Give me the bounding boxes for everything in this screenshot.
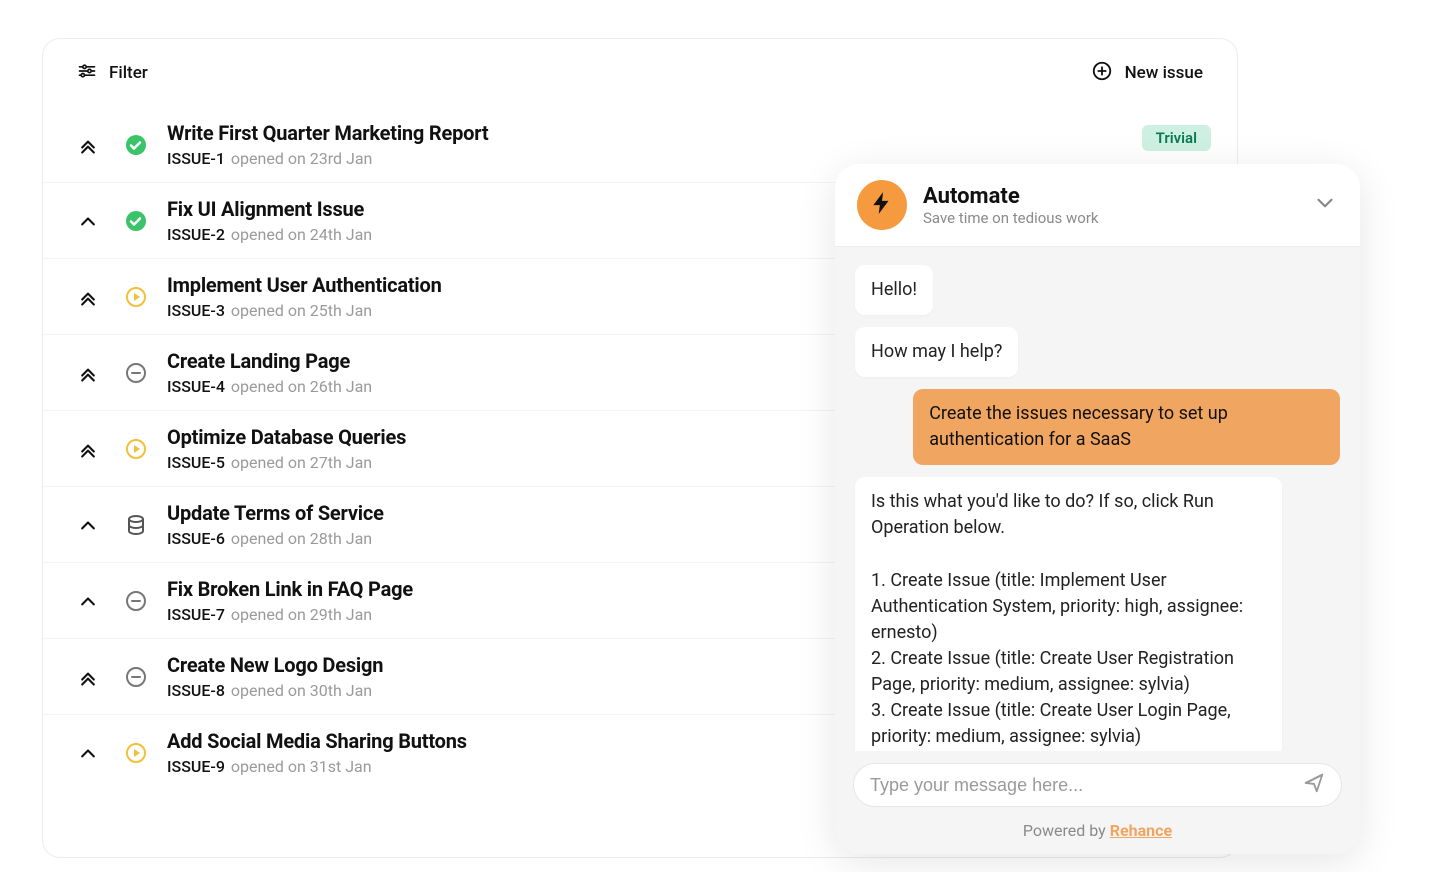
issue-meta: ISSUE-3 opened on 25th Jan — [167, 301, 442, 320]
status-open-icon — [123, 360, 149, 386]
priority-highest-icon — [77, 436, 99, 462]
issue-text: Create New Logo Design ISSUE-8 opened on … — [167, 653, 383, 700]
priority-highest-icon — [77, 360, 99, 386]
issue-opened: opened on 26th Jan — [231, 377, 372, 396]
issue-opened: opened on 25th Jan — [231, 301, 372, 320]
status-backlog-icon — [123, 512, 149, 538]
send-icon[interactable] — [1303, 772, 1325, 798]
filter-label: Filter — [109, 63, 148, 83]
issue-id: ISSUE-8 — [167, 681, 225, 700]
severity-badge: Trivial — [1142, 125, 1211, 151]
status-done-icon — [123, 132, 149, 158]
issue-id: ISSUE-5 — [167, 453, 225, 472]
issue-id: ISSUE-6 — [167, 529, 225, 548]
new-issue-label: New issue — [1125, 63, 1203, 83]
chat-input-bar — [835, 751, 1360, 813]
chat-message-bot: How may I help? — [855, 327, 1018, 377]
issue-title: Fix UI Alignment Issue — [167, 197, 372, 221]
chat-subtitle: Save time on tedious work — [923, 209, 1296, 227]
chat-message-user: Create the issues necessary to set up au… — [913, 389, 1340, 465]
chat-message-bot: Hello! — [855, 265, 933, 315]
issue-id: ISSUE-4 — [167, 377, 225, 396]
priority-high-icon — [77, 208, 99, 234]
priority-high-icon — [77, 512, 99, 538]
priority-high-icon — [77, 740, 99, 766]
issue-opened: opened on 30th Jan — [231, 681, 372, 700]
issue-opened: opened on 29th Jan — [231, 605, 372, 624]
issue-text: Fix Broken Link in FAQ Page ISSUE-7 opene… — [167, 577, 413, 624]
toolbar: Filter New issue — [43, 39, 1237, 107]
chat-input[interactable] — [870, 775, 1303, 796]
automate-chat-widget: Automate Save time on tedious work Hello… — [835, 164, 1360, 854]
issue-title: Optimize Database Queries — [167, 425, 406, 449]
issue-title: Add Social Media Sharing Buttons — [167, 729, 467, 753]
issue-id: ISSUE-7 — [167, 605, 225, 624]
issue-id: ISSUE-1 — [167, 149, 225, 168]
chat-title: Automate — [923, 184, 1296, 209]
chat-body[interactable]: Hello! How may I help? Create the issues n… — [835, 247, 1360, 751]
issue-title: Create Landing Page — [167, 349, 372, 373]
filter-icon — [77, 61, 97, 85]
issue-title: Write First Quarter Marketing Report — [167, 121, 488, 145]
chat-input-container — [853, 763, 1342, 807]
issue-id: ISSUE-9 — [167, 757, 225, 776]
issue-meta: ISSUE-8 opened on 30th Jan — [167, 681, 383, 700]
issue-id: ISSUE-2 — [167, 225, 225, 244]
issue-opened: opened on 23rd Jan — [231, 149, 372, 168]
status-progress-icon — [123, 284, 149, 310]
rehance-link[interactable]: Rehance — [1110, 821, 1172, 840]
issue-opened: opened on 27th Jan — [231, 453, 372, 472]
issue-meta: ISSUE-4 opened on 26th Jan — [167, 377, 372, 396]
issue-meta: ISSUE-2 opened on 24th Jan — [167, 225, 372, 244]
status-progress-icon — [123, 436, 149, 462]
priority-high-icon — [77, 588, 99, 614]
issue-title: Fix Broken Link in FAQ Page — [167, 577, 413, 601]
filter-button[interactable]: Filter — [77, 61, 148, 85]
chat-header: Automate Save time on tedious work — [835, 164, 1360, 247]
priority-highest-icon — [77, 284, 99, 310]
chat-message-bot: Is this what you'd like to do? If so, cl… — [855, 477, 1282, 751]
issue-title: Implement User Authentication — [167, 273, 442, 297]
issue-meta: ISSUE-9 opened on 31st Jan — [167, 757, 467, 776]
issue-title: Update Terms of Service — [167, 501, 384, 525]
issue-text: Optimize Database Queries ISSUE-5 opened … — [167, 425, 406, 472]
issue-opened: opened on 31st Jan — [231, 757, 372, 776]
issue-meta: ISSUE-6 opened on 28th Jan — [167, 529, 384, 548]
chat-footer: Powered by Rehance — [835, 813, 1360, 854]
issue-text: Fix UI Alignment Issue ISSUE-2 opened on … — [167, 197, 372, 244]
status-done-icon — [123, 208, 149, 234]
status-open-icon — [123, 664, 149, 690]
priority-highest-icon — [77, 664, 99, 690]
status-open-icon — [123, 588, 149, 614]
automate-avatar — [857, 180, 907, 230]
issue-text: Add Social Media Sharing Buttons ISSUE-9 … — [167, 729, 467, 776]
issue-opened: opened on 24th Jan — [231, 225, 372, 244]
issue-text: Update Terms of Service ISSUE-6 opened on… — [167, 501, 384, 548]
priority-highest-icon — [77, 132, 99, 158]
plus-circle-icon — [1091, 60, 1113, 86]
issue-opened: opened on 28th Jan — [231, 529, 372, 548]
issue-text: Create Landing Page ISSUE-4 opened on 26t… — [167, 349, 372, 396]
issue-meta: ISSUE-5 opened on 27th Jan — [167, 453, 406, 472]
chevron-down-icon[interactable] — [1312, 190, 1338, 220]
issue-meta: ISSUE-7 opened on 29th Jan — [167, 605, 413, 624]
chat-footer-prefix: Powered by — [1023, 821, 1110, 840]
status-progress-icon — [123, 740, 149, 766]
new-issue-button[interactable]: New issue — [1091, 60, 1203, 86]
issue-title: Create New Logo Design — [167, 653, 383, 677]
issue-text: Write First Quarter Marketing Report ISSU… — [167, 121, 488, 168]
issue-id: ISSUE-3 — [167, 301, 225, 320]
issue-meta: ISSUE-1 opened on 23rd Jan — [167, 149, 488, 168]
issue-text: Implement User Authentication ISSUE-3 ope… — [167, 273, 442, 320]
bolt-icon — [869, 190, 895, 220]
